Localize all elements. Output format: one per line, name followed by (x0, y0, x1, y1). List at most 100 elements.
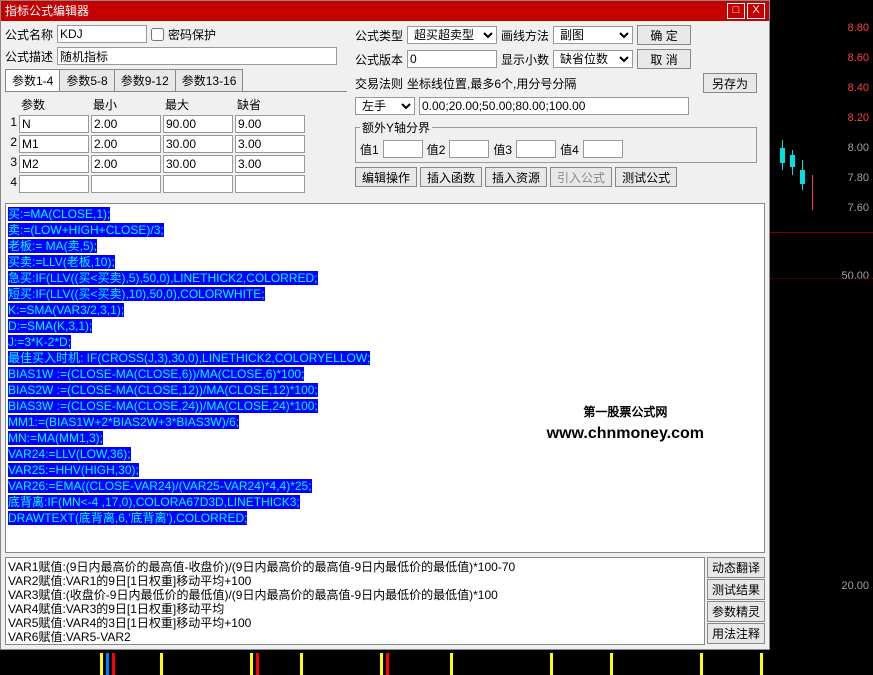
insert-res-button[interactable]: 插入资源 (485, 167, 547, 187)
tab-params-13-16[interactable]: 参数13-16 (175, 69, 244, 91)
insert-func-button[interactable]: 插入函数 (420, 167, 482, 187)
code-line: DRAWTEXT(底背离,6,'底背离'),COLORRED; (8, 510, 762, 526)
translation-line: VAR3赋值:(收盘价-9日内最低价的最低值)/(9日内最高价的最高值-9日内最… (8, 588, 702, 602)
val2-input[interactable] (449, 140, 489, 158)
col-max: 最大 (163, 96, 233, 113)
formula-desc-label: 公式描述 (5, 48, 53, 65)
vbar (106, 653, 109, 675)
param-min-input[interactable] (91, 115, 161, 133)
param-name-input[interactable] (19, 135, 89, 153)
vbar (386, 653, 389, 675)
maximize-button[interactable]: □ (727, 3, 745, 19)
param-max-input[interactable] (163, 175, 233, 193)
formula-desc-input[interactable] (57, 47, 337, 65)
vbar (760, 653, 763, 675)
price-tick: 7.60 (848, 202, 869, 214)
param-def-input[interactable] (235, 155, 305, 173)
test-result-button[interactable]: 测试结果 (707, 579, 765, 600)
param-name-input[interactable] (19, 175, 89, 193)
translation-line: 买赋值:收盘价的1日简单移动平均 (8, 644, 702, 645)
translation-output[interactable]: VAR1赋值:(9日内最高价的最高值-收盘价)/(9日内最高价的最高值-9日内最… (5, 557, 705, 645)
display-decimal-label: 显示小数 (501, 51, 549, 68)
val3-label: 值3 (493, 141, 512, 158)
watermark-url: www.chnmoney.com (547, 426, 704, 442)
param-min-input[interactable] (91, 175, 161, 193)
save-as-button[interactable]: 另存为 (703, 73, 757, 93)
price-tick: 20.00 (841, 580, 869, 592)
trade-rule-hint: 坐标线位置,最多6个,用分号分隔 (407, 75, 699, 92)
col-min: 最小 (91, 96, 161, 113)
param-max-input[interactable] (163, 155, 233, 173)
translation-line: VAR5赋值:VAR4的3日[1日权重]移动平均+100 (8, 616, 702, 630)
price-tick: 50.00 (841, 270, 869, 282)
val4-input[interactable] (583, 140, 623, 158)
code-line: 急买:IF(LLV((买<买卖),5),50,0),LINETHICK2,COL… (8, 270, 762, 286)
formula-version-input[interactable] (407, 50, 497, 68)
param-max-input[interactable] (163, 115, 233, 133)
formula-name-input[interactable] (57, 25, 147, 43)
param-max-input[interactable] (163, 135, 233, 153)
vbar (300, 653, 303, 675)
param-wizard-button[interactable]: 参数精灵 (707, 601, 765, 622)
vbar (700, 653, 703, 675)
formula-editor-window: 指标公式编辑器 □ X 公式名称 密码保护 公式描述 参数1-4 参数5-8 参… (0, 0, 770, 650)
edit-op-button[interactable]: 编辑操作 (355, 167, 417, 187)
code-line: BIAS2W :=(CLOSE-MA(CLOSE,12))/MA(CLOSE,1… (8, 382, 762, 398)
param-row: 4 (5, 175, 347, 193)
price-tick: 8.60 (848, 52, 869, 64)
param-row: 3 (5, 155, 347, 173)
val1-input[interactable] (383, 140, 423, 158)
tab-params-1-4[interactable]: 参数1-4 (5, 69, 60, 91)
tab-params-9-12[interactable]: 参数9-12 (114, 69, 176, 91)
cancel-button[interactable]: 取 消 (637, 49, 691, 69)
col-param: 参数 (19, 96, 89, 113)
window-title: 指标公式编辑器 (5, 1, 89, 21)
param-min-input[interactable] (91, 135, 161, 153)
dynamic-trans-button[interactable]: 动态翻译 (707, 557, 765, 578)
trade-rule-label: 交易法则 (355, 75, 403, 92)
translation-line: VAR2赋值:VAR1的9日[1日权重]移动平均+100 (8, 574, 702, 588)
param-min-input[interactable] (91, 155, 161, 173)
formula-type-select[interactable]: 超买超卖型 (407, 26, 497, 44)
param-name-input[interactable] (19, 155, 89, 173)
param-tabs: 参数1-4 参数5-8 参数9-12 参数13-16 (5, 69, 347, 92)
param-row: 1 (5, 115, 347, 133)
col-default: 缺省 (235, 96, 305, 113)
code-line: VAR26:=EMA((CLOSE-VAR24)/(VAR25-VAR24)*4… (8, 478, 762, 494)
tab-params-5-8[interactable]: 参数5-8 (59, 69, 114, 91)
test-formula-button[interactable]: 测试公式 (615, 167, 677, 187)
formula-version-label: 公式版本 (355, 51, 403, 68)
left-hand-select[interactable]: 左手 (355, 97, 415, 115)
val1-label: 值1 (360, 141, 379, 158)
code-line: 底背离:IF(MN<-4 ,17,0),COLORA67D3D,LINETHIC… (8, 494, 762, 510)
price-chart: 8.80 8.60 8.40 8.20 8.00 7.80 7.60 50.00… (770, 0, 873, 675)
titlebar[interactable]: 指标公式编辑器 □ X (1, 1, 769, 21)
coords-input[interactable] (419, 97, 689, 115)
vbar (112, 653, 115, 675)
usage-note-button[interactable]: 用法注释 (707, 623, 765, 644)
ok-button[interactable]: 确 定 (637, 25, 691, 45)
val3-input[interactable] (516, 140, 556, 158)
close-button[interactable]: X (747, 3, 765, 19)
import-formula-button[interactable]: 引入公式 (550, 167, 612, 187)
formula-name-label: 公式名称 (5, 26, 53, 43)
password-protect-checkbox[interactable] (151, 28, 164, 41)
code-line: 卖:=(LOW+HIGH+CLOSE)/3; (8, 222, 762, 238)
code-line: 老板:= MA(卖,5); (8, 238, 762, 254)
code-line: 最佳买入时机: IF(CROSS(J,3),30,0),LINETHICK2,C… (8, 350, 762, 366)
price-tick: 8.40 (848, 82, 869, 94)
vbar (250, 653, 253, 675)
price-tick: 8.80 (848, 22, 869, 34)
param-name-input[interactable] (19, 115, 89, 133)
vbar (100, 653, 103, 675)
extra-axis-legend: 额外Y轴分界 (360, 119, 432, 136)
param-def-input[interactable] (235, 115, 305, 133)
draw-method-select[interactable]: 副图 (553, 26, 633, 44)
display-decimal-select[interactable]: 缺省位数 (553, 50, 633, 68)
vbar (256, 653, 259, 675)
param-def-input[interactable] (235, 135, 305, 153)
price-tick: 8.00 (848, 142, 869, 154)
code-editor[interactable]: 买:=MA(CLOSE,1);卖:=(LOW+HIGH+CLOSE)/3;老板:… (5, 203, 765, 553)
param-def-input[interactable] (235, 175, 305, 193)
draw-method-label: 画线方法 (501, 27, 549, 44)
